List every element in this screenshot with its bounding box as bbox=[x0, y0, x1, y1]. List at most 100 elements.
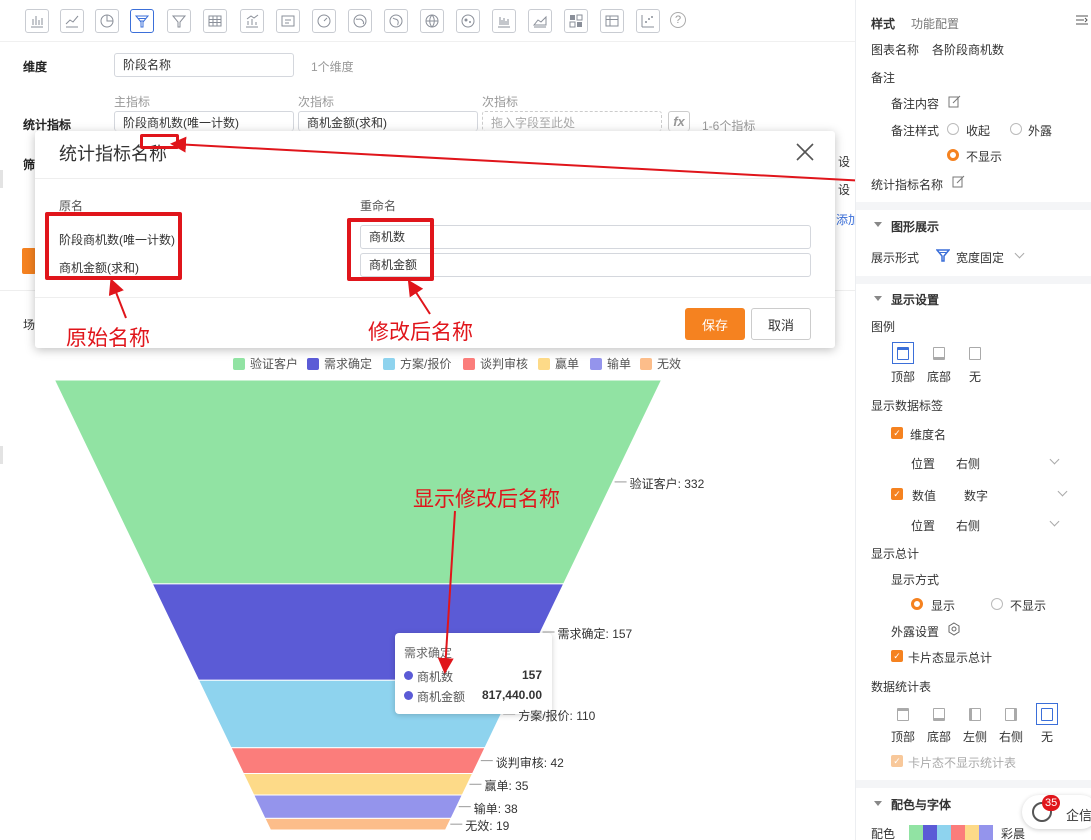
edit-icon[interactable] bbox=[952, 175, 965, 188]
metric-drop-zone[interactable]: 拖入字段至此处 bbox=[482, 111, 662, 131]
heatmap-icon[interactable] bbox=[564, 9, 588, 33]
histogram-icon[interactable] bbox=[492, 9, 516, 33]
dim-name-checkbox[interactable]: ✓ bbox=[891, 427, 903, 439]
pie-chart-icon[interactable] bbox=[95, 9, 119, 33]
chart-name-value[interactable]: 各阶段商机数 bbox=[932, 41, 1004, 58]
chevron-down-icon[interactable] bbox=[1014, 248, 1025, 259]
value-type[interactable]: 数字 bbox=[964, 487, 988, 504]
chevron-down-icon[interactable] bbox=[1049, 454, 1060, 465]
show-total-label: 显示总计 bbox=[871, 547, 920, 561]
legend-swatch bbox=[307, 358, 319, 370]
legend-item[interactable]: 赢单 bbox=[538, 355, 579, 372]
dimension-field[interactable]: 阶段名称 bbox=[114, 53, 294, 77]
radio-mode-show[interactable] bbox=[911, 598, 923, 610]
table-icon[interactable] bbox=[203, 9, 227, 33]
palette-value[interactable]: 彩晨 bbox=[1001, 825, 1025, 840]
funnel-segment[interactable] bbox=[242, 773, 474, 796]
legend-top-label: 顶部 bbox=[891, 370, 916, 384]
card-no-table-checkbox[interactable]: ✓ bbox=[891, 755, 903, 767]
tab-function[interactable]: 功能配置 bbox=[911, 15, 959, 32]
bar-chart-icon[interactable] bbox=[25, 9, 49, 33]
legend-bottom-option[interactable] bbox=[928, 342, 950, 364]
funnel-segment[interactable] bbox=[53, 380, 663, 585]
stat-table-bottom-option[interactable] bbox=[928, 703, 950, 725]
save-button[interactable]: 保存 bbox=[685, 308, 745, 340]
stat-table-right-option[interactable] bbox=[1000, 703, 1022, 725]
map-province-icon[interactable] bbox=[384, 9, 408, 33]
legend-item[interactable]: 方案/报价 bbox=[383, 355, 451, 372]
secondary-metric-field[interactable]: 商机金额(求和) bbox=[298, 111, 478, 131]
legend-item[interactable]: 无效 bbox=[640, 355, 681, 372]
bubble-map-icon[interactable] bbox=[456, 9, 480, 33]
legend-swatch bbox=[640, 358, 652, 370]
line-chart-icon[interactable] bbox=[60, 9, 84, 33]
radio-mode-hide[interactable] bbox=[991, 598, 1003, 610]
legend-none-option[interactable] bbox=[964, 342, 986, 364]
funnel-segment[interactable] bbox=[230, 747, 486, 775]
graph-section-title[interactable]: 图形展示 bbox=[891, 218, 939, 235]
legend-top-option[interactable] bbox=[892, 342, 914, 364]
close-icon[interactable] bbox=[794, 141, 816, 163]
chat-widget[interactable]: 35 企信 bbox=[1022, 795, 1091, 829]
legend-label: 方案/报价 bbox=[400, 357, 452, 371]
tooltip-row-value: 157 bbox=[521, 668, 542, 682]
legend-item[interactable]: 输单 bbox=[590, 355, 631, 372]
stat-table-none-option[interactable] bbox=[1036, 703, 1058, 725]
legend-item[interactable]: 谈判审核 bbox=[463, 355, 528, 372]
pivot-table-icon[interactable] bbox=[600, 9, 624, 33]
formula-button[interactable]: fx bbox=[668, 111, 690, 131]
chevron-down-icon[interactable] bbox=[1049, 516, 1060, 527]
scene-label: 场 bbox=[23, 318, 36, 332]
settings-stub-1: 设 bbox=[838, 155, 851, 169]
tooltip-row-value: 817,440.00 bbox=[481, 688, 542, 702]
combo-chart-icon[interactable] bbox=[240, 9, 264, 33]
edit-icon[interactable] bbox=[948, 95, 961, 108]
area-chart-icon[interactable] bbox=[528, 9, 552, 33]
scatter-icon[interactable] bbox=[636, 9, 660, 33]
world-map-icon[interactable] bbox=[420, 9, 444, 33]
chevron-down-icon[interactable] bbox=[874, 296, 882, 301]
st-left-label: 左侧 bbox=[963, 730, 988, 744]
left-edge-marker bbox=[0, 170, 3, 188]
help-icon[interactable]: ? bbox=[670, 12, 686, 28]
remark-content-label: 备注内容 bbox=[891, 97, 940, 111]
settings-icon[interactable] bbox=[947, 622, 961, 636]
gauge-icon[interactable] bbox=[312, 9, 336, 33]
reverse-funnel-icon[interactable] bbox=[167, 9, 191, 33]
legend-item[interactable]: 验证客户 bbox=[233, 355, 298, 372]
stat-table-left-option[interactable] bbox=[964, 703, 986, 725]
stat-table-top-option[interactable] bbox=[892, 703, 914, 725]
position-value[interactable]: 右侧 bbox=[956, 455, 980, 472]
funnel-chart-icon[interactable] bbox=[130, 9, 154, 33]
palette-swatches[interactable] bbox=[909, 825, 993, 840]
chevron-down-icon[interactable] bbox=[874, 801, 882, 806]
indicator-card-icon[interactable] bbox=[276, 9, 300, 33]
orange-button-stub[interactable] bbox=[22, 248, 36, 274]
color-font-title[interactable]: 配色与字体 bbox=[891, 796, 951, 813]
radio-collapse[interactable] bbox=[947, 123, 959, 135]
cancel-button[interactable]: 取消 bbox=[751, 308, 811, 340]
map-cn-icon[interactable] bbox=[348, 9, 372, 33]
tab-style[interactable]: 样式 bbox=[871, 15, 895, 32]
radio-expose[interactable] bbox=[1010, 123, 1022, 135]
palette-label: 配色 bbox=[871, 827, 896, 840]
funnel-segment[interactable] bbox=[264, 817, 452, 831]
radio-hide[interactable] bbox=[947, 149, 959, 161]
funnel-segment[interactable] bbox=[252, 794, 464, 819]
position-value-2[interactable]: 右侧 bbox=[956, 517, 980, 534]
palette-swatch bbox=[937, 825, 951, 840]
display-form-value[interactable]: 宽度固定 bbox=[956, 249, 1004, 266]
settings-stub-2: 设 bbox=[838, 183, 851, 197]
primary-metric-field[interactable]: 阶段商机数(唯一计数) bbox=[114, 111, 294, 131]
filter-label: 筛 bbox=[23, 158, 36, 172]
funnel-label: 输单: 38 bbox=[473, 801, 518, 816]
st-bottom-label: 底部 bbox=[927, 730, 952, 744]
display-form-label: 展示形式 bbox=[871, 251, 920, 265]
value-checkbox[interactable]: ✓ bbox=[891, 488, 903, 500]
chevron-down-icon[interactable] bbox=[874, 222, 882, 227]
collapse-panel-icon[interactable] bbox=[1076, 14, 1088, 26]
chevron-down-icon[interactable] bbox=[1057, 486, 1068, 497]
legend-item[interactable]: 需求确定 bbox=[307, 355, 372, 372]
card-total-checkbox[interactable]: ✓ bbox=[891, 650, 903, 662]
display-settings-title[interactable]: 显示设置 bbox=[891, 291, 939, 308]
